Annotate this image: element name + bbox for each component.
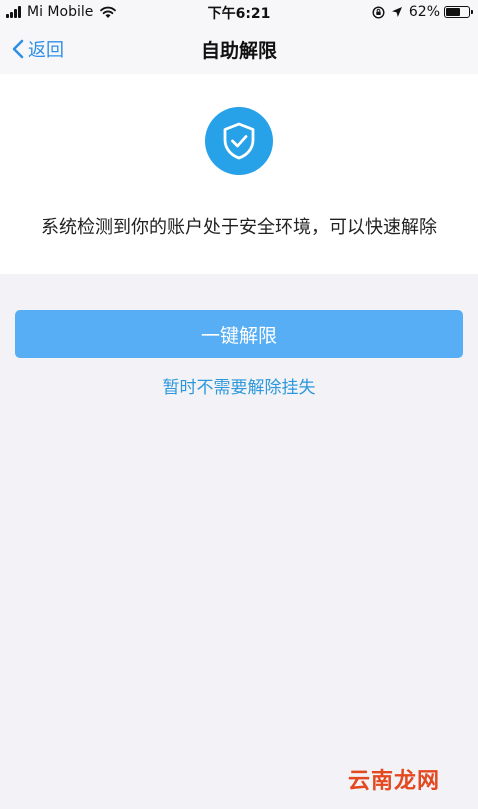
location-arrow-icon — [391, 7, 402, 17]
orientation-lock-icon — [372, 5, 385, 19]
status-right: 62% — [372, 4, 473, 20]
battery-icon — [444, 6, 473, 18]
status-card: 系统检测到你的账户处于安全环境，可以快速解除 — [0, 74, 478, 274]
back-label: 返回 — [28, 40, 64, 61]
security-message: 系统检测到你的账户处于安全环境，可以快速解除 — [41, 217, 437, 238]
status-bar: Mi Mobile 下午6:21 62% — [0, 0, 478, 24]
battery-level — [446, 8, 460, 16]
skip-unlock-link[interactable]: 暂时不需要解除挂失 — [0, 373, 478, 398]
watermark-logo: 云南龙网 — [347, 769, 440, 794]
shield-check-badge — [205, 107, 273, 175]
back-button[interactable]: 返回 — [12, 36, 64, 62]
battery-percent: 62% — [408, 4, 440, 20]
page-title: 自助解限 — [200, 40, 277, 62]
one-click-unlock-button[interactable]: 一键解限 — [15, 310, 463, 358]
shield-check-icon — [223, 122, 255, 160]
nav-bar: 返回 自助解限 — [0, 24, 478, 74]
chevron-left-icon — [12, 39, 24, 59]
